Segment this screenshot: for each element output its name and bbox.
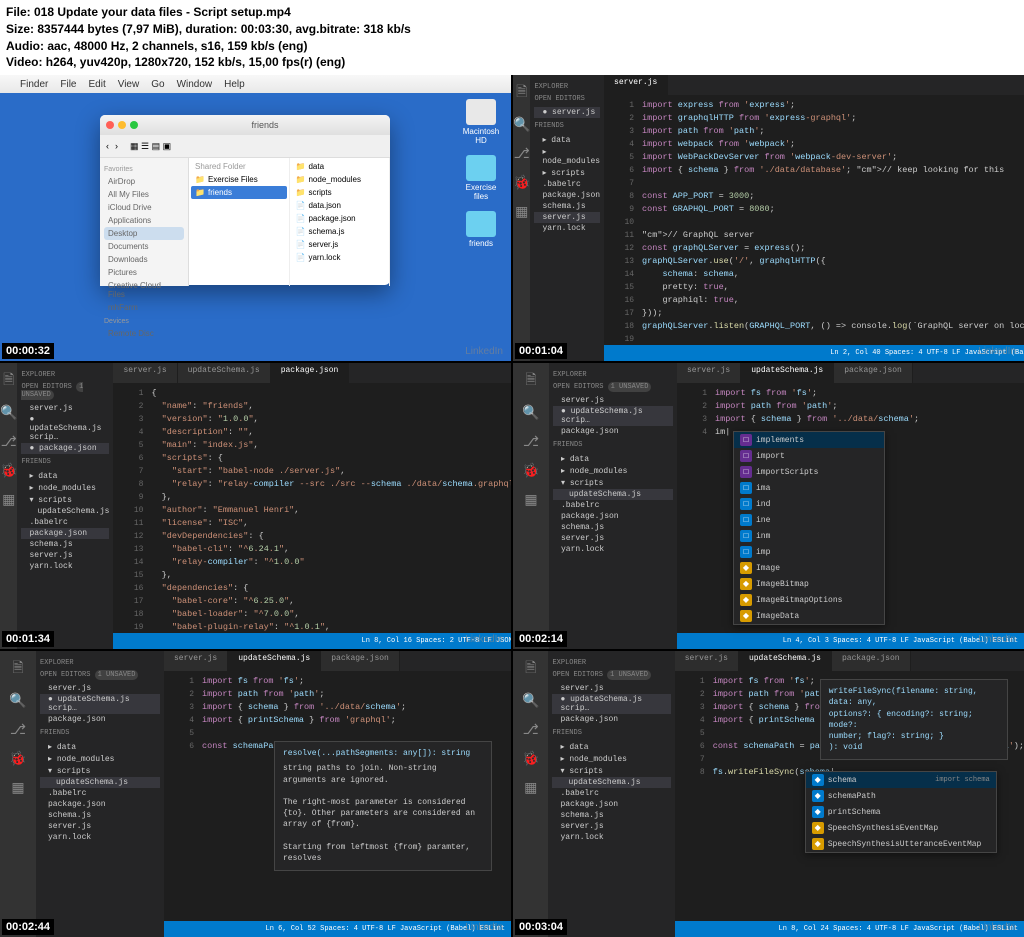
git-icon[interactable]: ⎇ — [514, 146, 530, 163]
folder-exercise[interactable]: 📁 Exercise Files — [191, 173, 287, 186]
sb-pictures[interactable]: Pictures — [104, 266, 184, 279]
finder-sidebar[interactable]: Favorites AirDrop All My Files iCloud Dr… — [100, 158, 189, 286]
git-icon[interactable]: ⎇ — [1, 434, 17, 451]
sb-mhfarm[interactable]: mhFarm — [104, 301, 184, 314]
intell-item[interactable]: ◆SpeechSynthesisEventMap — [806, 820, 996, 836]
intell-item[interactable]: ◆ImageData — [734, 608, 884, 624]
debug-icon[interactable]: 🐞 — [513, 175, 530, 192]
mac-menubar[interactable]: Finder File Edit View Go Window Help — [0, 75, 511, 93]
desktop-icon-hd[interactable]: Macintosh HD — [461, 99, 501, 145]
timestamp: 00:00:32 — [2, 343, 54, 359]
intell-item[interactable]: ◆ImageBitmap — [734, 576, 884, 592]
intell-item[interactable]: ◆Image — [734, 560, 884, 576]
search-icon[interactable]: 🔍 — [0, 405, 17, 422]
fwd-icon[interactable]: › — [115, 141, 118, 151]
menu-finder[interactable]: Finder — [20, 79, 48, 90]
intellisense-popup[interactable]: ◆schemaimport schema◆schemaPath◆printSch… — [805, 771, 997, 853]
sb-docs[interactable]: Documents — [104, 240, 184, 253]
file-metadata: File: 018 Update your data files - Scrip… — [0, 0, 1024, 75]
intell-item[interactable]: □implements — [734, 432, 884, 448]
intell-item[interactable]: ◆ImageBitmapOptions — [734, 592, 884, 608]
view-icons[interactable]: ▦ ☰ ▤ ▣ — [130, 141, 171, 152]
explorer-panel[interactable]: EXPLORER OPEN EDITORS 1 UNSAVED server.j… — [17, 363, 113, 649]
intell-item[interactable]: □import — [734, 448, 884, 464]
debug-icon[interactable]: 🐞 — [0, 463, 17, 480]
meta-video: Video: h264, yuv420p, 1280x720, 152 kb/s… — [6, 54, 1018, 71]
thumb-3: 🗎 🔍 ⎇ 🐞 ▦ EXPLORER OPEN EDITORS 1 UNSAVED se… — [0, 363, 511, 649]
finder-window[interactable]: friends ‹ › ▦ ☰ ▤ ▣ Favorites AirDrop All… — [100, 115, 390, 285]
meta-audio: Audio: aac, 48000 Hz, 2 channels, s16, 1… — [6, 38, 1018, 55]
meta-file: File: 018 Update your data files - Scrip… — [6, 4, 1018, 21]
menu-view[interactable]: View — [118, 79, 140, 90]
editor[interactable]: 1{2 "name": "friends",3 "version": "1.0.… — [113, 383, 511, 633]
activity-bar[interactable]: 🗎 🔍 ⎇ 🐞 ▦ — [0, 363, 17, 649]
thumb-6: 🗎🔍⎇🐞▦ EXPLORER OPEN EDITORS 1 UNSAVED se… — [513, 651, 1024, 937]
ext-icon[interactable]: ▦ — [2, 492, 15, 509]
intell-item[interactable]: ◆schemaPath — [806, 788, 996, 804]
editor[interactable]: 1import express from 'express';2import g… — [604, 95, 1024, 345]
finder-col2[interactable]: 📁 data 📁 node_modules 📁 scripts 📄 data.j… — [290, 158, 391, 286]
thumb-4: 🗎🔍⎇🐞▦ EXPLORER OPEN EDITORS 1 UNSAVED se… — [513, 363, 1024, 649]
sb-airdrop[interactable]: AirDrop — [104, 175, 184, 188]
search-icon[interactable]: 🔍 — [513, 117, 530, 134]
desktop-icon-friends[interactable]: friends — [461, 211, 501, 248]
thumbnail-grid: Finder File Edit View Go Window Help Mac… — [0, 75, 1024, 937]
sb-desktop[interactable]: Desktop — [104, 227, 184, 240]
activity-bar[interactable]: 🗎 🔍 ⎇ 🐞 ▦ — [513, 75, 530, 361]
intell-item[interactable]: □inm — [734, 528, 884, 544]
menu-edit[interactable]: Edit — [88, 79, 105, 90]
watermark: LinkedIn — [465, 346, 503, 357]
finder-col1[interactable]: Shared Folder 📁 Exercise Files 📁 friends — [189, 158, 290, 286]
intell-item[interactable]: ◆schemaimport schema — [806, 772, 996, 788]
desktop-icon-exercise[interactable]: Exercise files — [461, 155, 501, 201]
intell-item[interactable]: □ima — [734, 480, 884, 496]
sb-icloud[interactable]: iCloud Drive — [104, 201, 184, 214]
minimize-icon[interactable] — [118, 121, 126, 129]
menu-help[interactable]: Help — [224, 79, 245, 90]
signature-tooltip: resolve(...pathSegments: any[]): string … — [274, 741, 492, 871]
tab-server[interactable]: server.js — [604, 75, 668, 95]
intell-item[interactable]: □imp — [734, 544, 884, 560]
thumb-2: 🗎 🔍 ⎇ 🐞 ▦ EXPLORER OPEN EDITORS ● server… — [513, 75, 1024, 361]
sb-downloads[interactable]: Downloads — [104, 253, 184, 266]
menu-file[interactable]: File — [60, 79, 76, 90]
menu-window[interactable]: Window — [177, 79, 213, 90]
thumb-5: 🗎🔍⎇🐞▦ EXPLORER OPEN EDITORS 1 UNSAVED se… — [0, 651, 511, 937]
close-icon[interactable] — [106, 121, 114, 129]
finder-titlebar[interactable]: friends — [100, 115, 390, 135]
files-icon[interactable]: 🗎 — [3, 369, 14, 393]
sb-remote[interactable]: Remote Disc — [104, 327, 184, 340]
intell-item[interactable]: □importScripts — [734, 464, 884, 480]
folder-friends[interactable]: 📁 friends — [191, 186, 287, 199]
status-bar[interactable]: Ln 2, Col 40 Spaces: 4 UTF-8 LF JavaScri… — [604, 345, 1024, 361]
intell-item[interactable]: ◆printSchema — [806, 804, 996, 820]
sb-cc[interactable]: Creative Cloud Files — [104, 279, 184, 301]
intellisense-popup[interactable]: □implements□import□importScripts□ima□ind… — [733, 431, 885, 625]
window-title: friends — [251, 120, 278, 130]
files-icon[interactable]: 🗎 — [516, 81, 527, 105]
back-icon[interactable]: ‹ — [106, 141, 109, 151]
signature-tooltip: writeFileSync(filename: string, data: an… — [820, 679, 1008, 760]
meta-size: Size: 8357444 bytes (7,97 MiB), duration… — [6, 21, 1018, 38]
zoom-icon[interactable] — [130, 121, 138, 129]
tab-bar[interactable]: server.js — [604, 75, 1024, 95]
intell-item[interactable]: □ind — [734, 496, 884, 512]
timestamp: 00:01:04 — [515, 343, 567, 359]
explorer-panel[interactable]: EXPLORER OPEN EDITORS ● server.js FRIEND… — [530, 75, 604, 361]
thumb-1: Finder File Edit View Go Window Help Mac… — [0, 75, 511, 361]
finder-toolbar[interactable]: ‹ › ▦ ☰ ▤ ▣ — [100, 135, 390, 158]
intell-item[interactable]: ◆SpeechSynthesisUtteranceEventMap — [806, 836, 996, 852]
menu-go[interactable]: Go — [151, 79, 164, 90]
intell-item[interactable]: □ine — [734, 512, 884, 528]
sb-allfiles[interactable]: All My Files — [104, 188, 184, 201]
sb-apps[interactable]: Applications — [104, 214, 184, 227]
ext-icon[interactable]: ▦ — [515, 204, 528, 221]
